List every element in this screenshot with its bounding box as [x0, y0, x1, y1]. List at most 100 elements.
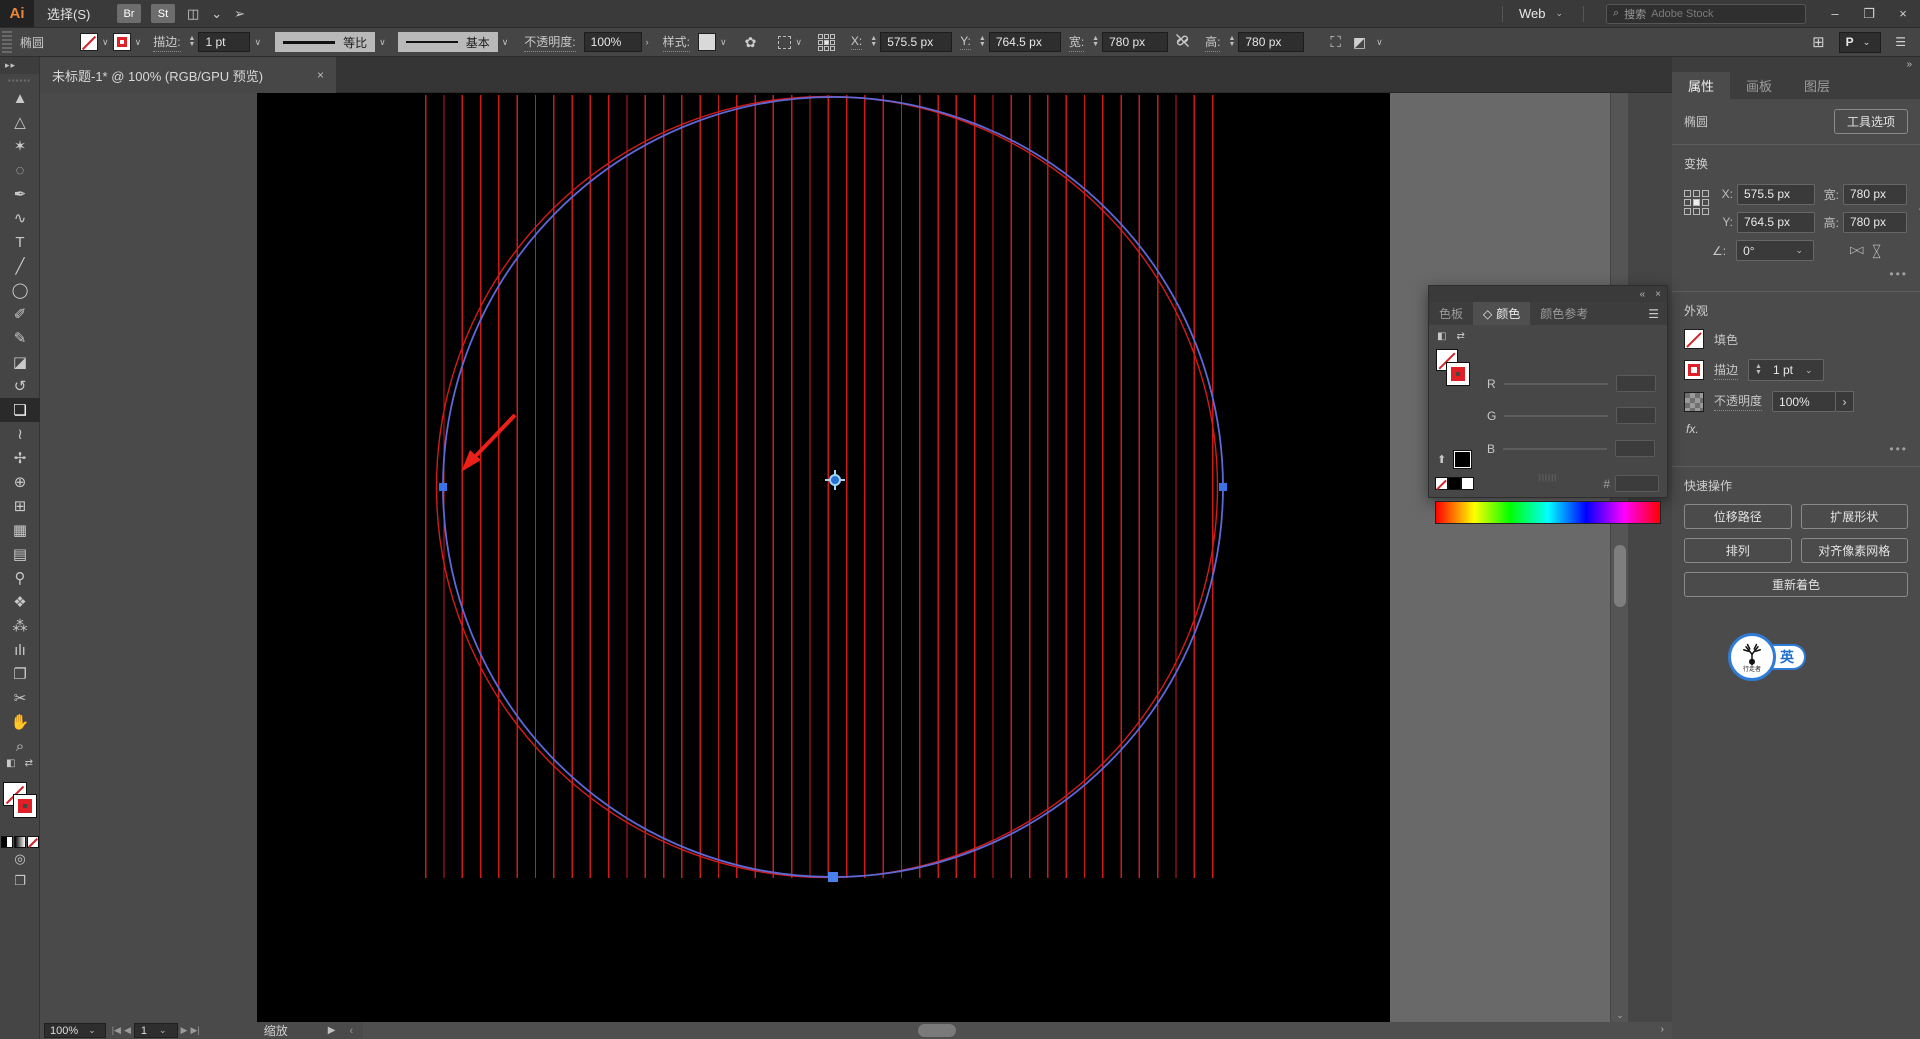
magic-wand-tool[interactable]: ✶: [0, 134, 40, 158]
close-button[interactable]: ×: [1886, 0, 1920, 27]
drawing-mode-icon[interactable]: ◎: [0, 848, 40, 870]
chevron-down-icon[interactable]: ∨: [254, 37, 261, 48]
shape-builder-tool[interactable]: ⊕: [0, 470, 40, 494]
artboard-number-dropdown[interactable]: 1 ⌄: [134, 1023, 178, 1038]
close-tab-icon[interactable]: ×: [317, 68, 324, 82]
recolor-artwork-icon[interactable]: ✿: [745, 34, 757, 51]
green-value-field[interactable]: [1616, 407, 1656, 424]
height-field[interactable]: 780 px: [1843, 212, 1907, 233]
tab-properties[interactable]: 属性: [1672, 72, 1730, 99]
rotation-angle-dropdown[interactable]: 0° ⌄: [1736, 240, 1814, 261]
height-stepper[interactable]: ▲▼: [1228, 36, 1235, 48]
scroll-right-icon[interactable]: ›: [1661, 1024, 1664, 1035]
status-play-icon[interactable]: ▶: [328, 1025, 336, 1036]
mesh-tool[interactable]: ▦: [0, 518, 40, 542]
width-field[interactable]: 780 px: [1843, 184, 1907, 205]
color-spectrum-bar[interactable]: [1435, 501, 1661, 524]
symbol-sprayer-tool[interactable]: ⁂: [0, 614, 40, 638]
gradient-button[interactable]: [14, 836, 26, 848]
canvas-viewport[interactable]: ⌄: [40, 93, 1672, 1022]
swap-fill-stroke-icon[interactable]: ⇄: [25, 758, 33, 772]
tool-options-button[interactable]: 工具选项: [1834, 109, 1908, 134]
fill-swatch[interactable]: [1684, 329, 1704, 349]
fx-button[interactable]: fx.: [1686, 422, 1908, 436]
blend-tool[interactable]: ❖: [0, 590, 40, 614]
tab-layers[interactable]: 图层: [1788, 72, 1846, 99]
align-to-selection-icon[interactable]: ◩: [1353, 34, 1366, 51]
panel-menu-icon[interactable]: ☰: [1648, 302, 1667, 325]
layout-icon[interactable]: ◫: [187, 6, 199, 22]
opacity-field[interactable]: 100%: [584, 32, 642, 52]
swap-fill-stroke-icon[interactable]: ⇄: [1456, 331, 1464, 342]
stock-button[interactable]: St: [151, 4, 175, 23]
chevron-down-icon[interactable]: ∨: [1376, 37, 1383, 48]
chevron-down-icon[interactable]: ∨: [720, 37, 727, 48]
y-field[interactable]: 764.5 px: [989, 32, 1061, 52]
width-stepper[interactable]: ▲▼: [1092, 36, 1099, 48]
blue-value-field[interactable]: [1615, 440, 1655, 457]
width-field[interactable]: 780 px: [1102, 32, 1168, 52]
chevron-down-icon[interactable]: ∨: [135, 37, 142, 48]
arrange-button[interactable]: 排列: [1684, 538, 1792, 563]
zoom-tool[interactable]: ⌕: [0, 734, 40, 758]
anchor-point-right[interactable]: [1219, 483, 1227, 491]
x-field[interactable]: 575.5 px: [880, 32, 952, 52]
style-label[interactable]: 样式:: [663, 33, 690, 52]
hand-tool[interactable]: ✋: [0, 710, 40, 734]
vertical-scrollbar-thumb[interactable]: [1614, 545, 1626, 607]
white-swatch[interactable]: [1461, 477, 1474, 490]
chevron-right-icon[interactable]: ›: [646, 37, 649, 47]
last-color-icon[interactable]: ⬆: [1437, 453, 1446, 466]
panel-menu-icon[interactable]: ☰: [1895, 35, 1906, 49]
stroke-width-field[interactable]: 1 pt: [198, 32, 250, 52]
none-swatch[interactable]: [1435, 477, 1448, 490]
select-similar-icon[interactable]: [778, 36, 791, 49]
gradient-tool[interactable]: ▤: [0, 542, 40, 566]
stroke-label[interactable]: 描边: [1714, 361, 1738, 380]
workspace-button[interactable]: P ⌄: [1839, 32, 1882, 53]
anchor-point-bottom[interactable]: [828, 872, 838, 882]
tab-color-guide[interactable]: 颜色参考: [1530, 302, 1598, 325]
align-pixel-grid-button[interactable]: 对齐像素网格: [1801, 538, 1909, 563]
paintbrush-tool[interactable]: ✐: [0, 302, 40, 326]
first-artboard-icon[interactable]: |◀: [112, 1025, 121, 1036]
collapse-panel-icon[interactable]: «: [1640, 289, 1646, 300]
artboard-tool[interactable]: ❐: [0, 662, 40, 686]
eyedropper-tool[interactable]: ⚲: [0, 566, 40, 590]
drag-handle[interactable]: [2, 31, 12, 53]
previous-artboard-icon[interactable]: ◀: [124, 1025, 131, 1036]
flip-vertical-icon[interactable]: ▷◁: [1872, 245, 1883, 256]
toolbar-collapse-icon[interactable]: ▸▸: [0, 57, 39, 74]
chevron-down-icon[interactable]: ∨: [502, 37, 509, 48]
zoom-level-dropdown[interactable]: 100% ⌄: [44, 1023, 106, 1038]
expand-shape-button[interactable]: 扩展形状: [1801, 504, 1909, 529]
search-input[interactable]: ⌕ 搜索 Adobe Stock: [1606, 4, 1806, 24]
next-artboard-icon[interactable]: ▶: [181, 1025, 188, 1036]
screen-mode-icon[interactable]: ❐: [0, 870, 40, 892]
horizontal-scrollbar-thumb[interactable]: [918, 1024, 956, 1037]
green-slider[interactable]: [1504, 415, 1608, 417]
stroke-swatch[interactable]: [1684, 360, 1704, 380]
share-icon[interactable]: ➢: [234, 6, 245, 22]
toolbar-grip[interactable]: ▪▪▪▪▪▪: [0, 74, 39, 86]
document-tab[interactable]: 未标题-1* @ 100% (RGB/GPU 预览) ×: [40, 57, 336, 93]
arrange-documents-icon[interactable]: ⊞: [1812, 33, 1825, 51]
chevron-down-icon[interactable]: ⌄: [211, 6, 222, 22]
last-artboard-icon[interactable]: ▶|: [190, 1025, 199, 1036]
close-panel-icon[interactable]: ×: [1655, 289, 1661, 300]
color-button[interactable]: [1, 836, 13, 848]
artboard[interactable]: [257, 93, 1390, 1022]
app-logo[interactable]: Ai: [0, 0, 34, 27]
scroll-down-icon[interactable]: ⌄: [1611, 1008, 1629, 1022]
flip-horizontal-icon[interactable]: ▷◁: [1850, 245, 1861, 256]
more-options-icon[interactable]: •••: [1684, 267, 1908, 281]
menu-select[interactable]: 选择(S): [34, 0, 107, 27]
height-label[interactable]: 高:: [1205, 33, 1220, 52]
direct-selection-tool[interactable]: △: [0, 110, 40, 134]
curvature-tool[interactable]: ∿: [0, 206, 40, 230]
stroke-swatch[interactable]: [113, 33, 131, 51]
black-swatch[interactable]: [1448, 477, 1461, 490]
y-field[interactable]: 764.5 px: [1737, 212, 1815, 233]
collapse-panels-icon[interactable]: »: [1672, 57, 1920, 72]
x-stepper[interactable]: ▲▼: [870, 36, 877, 48]
